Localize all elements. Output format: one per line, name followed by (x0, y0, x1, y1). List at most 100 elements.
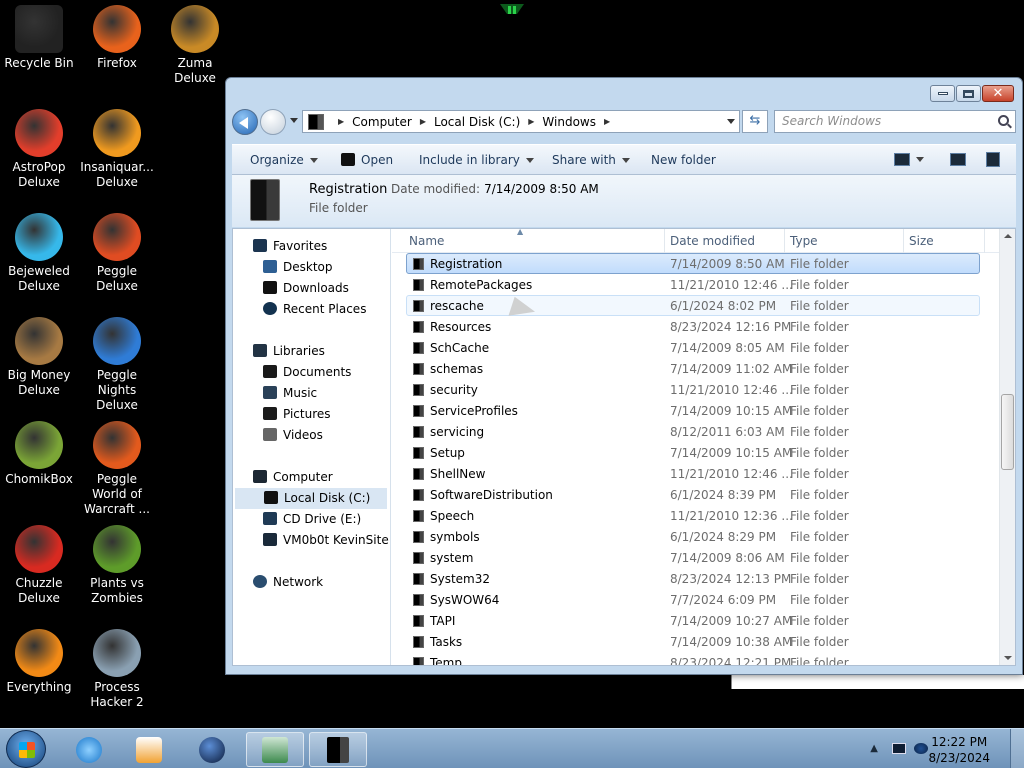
desktop-icon-process-hacker[interactable]: Process Hacker 2 (78, 629, 156, 710)
column-divider[interactable] (664, 229, 665, 253)
chevron-right-icon[interactable]: ▶ (420, 117, 426, 126)
column-size[interactable]: Size (909, 234, 934, 248)
taskbar-explorer[interactable] (309, 732, 367, 767)
desktop-icon-chomikbox[interactable]: ChomikBox (0, 421, 78, 487)
close-button[interactable]: ✕ (982, 85, 1014, 102)
share-with-button[interactable]: Share with (552, 153, 630, 167)
desktop-icon-chuzzle[interactable]: Chuzzle Deluxe (0, 525, 78, 606)
breadcrumb-computer[interactable]: Computer (352, 115, 412, 129)
column-date-modified[interactable]: Date modified (670, 234, 755, 248)
nav-favorites[interactable]: Favorites (253, 236, 327, 257)
nav-videos[interactable]: Videos (263, 425, 323, 446)
back-button[interactable] (232, 109, 258, 135)
desktop-icon-everything-search[interactable]: Everything (0, 629, 78, 695)
desktop-icon-peggle[interactable]: Peggle Deluxe (78, 213, 156, 294)
show-hidden-icons-arrow-icon[interactable]: ▲ (870, 743, 878, 754)
nav-documents[interactable]: Documents (263, 362, 351, 383)
view-options-dropdown[interactable] (916, 152, 924, 166)
desktop-icon-recycle-bin[interactable]: Recycle Bin (0, 5, 78, 71)
taskbar-media-player[interactable] (120, 732, 178, 767)
start-button[interactable] (6, 730, 46, 768)
preview-pane-icon[interactable] (950, 153, 966, 166)
desktop-icon-zuma[interactable]: Zuma Deluxe (156, 5, 234, 86)
file-row[interactable]: SysWOW64 7/7/2024 6:09 PM File folder (406, 589, 980, 610)
title-bar[interactable]: ✕ (226, 78, 1022, 106)
file-row[interactable]: SoftwareDistribution 6/1/2024 8:39 PM File… (406, 484, 980, 505)
address-bar[interactable]: ▶ Computer ▶ Local Disk (C:) ▶ Windows ▶ (302, 110, 740, 133)
taskbar-app-globe[interactable] (183, 732, 241, 767)
file-list[interactable]: ▲ Name Date modified Type Size Registrat… (392, 229, 999, 665)
file-row[interactable]: RemotePackages 11/21/2010 12:46 ... File f… (406, 274, 980, 295)
file-row[interactable]: rescache 6/1/2024 8:02 PM File folder (406, 295, 980, 316)
minimize-button[interactable] (930, 85, 955, 102)
chevron-right-icon[interactable]: ▶ (604, 117, 610, 126)
file-row[interactable]: SchCache 7/14/2009 8:05 AM File folder (406, 337, 980, 358)
desktop-icon-plants-vs-zombies[interactable]: Plants vs Zombies (78, 525, 156, 606)
chevron-right-icon[interactable]: ▶ (338, 117, 344, 126)
file-row[interactable]: Resources 8/23/2024 12:16 PM File folder (406, 316, 980, 337)
search-icon[interactable] (998, 115, 1009, 126)
column-type[interactable]: Type (790, 234, 818, 248)
column-name[interactable]: Name (409, 234, 444, 248)
recent-pages-dropdown[interactable] (290, 118, 298, 123)
open-button[interactable]: Open (341, 153, 393, 167)
scroll-down-icon[interactable] (1004, 656, 1012, 660)
navigation-pane[interactable]: Favorites Desktop Downloads Recent Place… (233, 229, 391, 665)
nav-computer[interactable]: Computer (253, 467, 333, 488)
address-dropdown-icon[interactable] (727, 119, 735, 124)
nav-downloads[interactable]: Downloads (263, 278, 349, 299)
nav-cd-drive[interactable]: CD Drive (E:) (263, 509, 361, 530)
file-row[interactable]: Tasks 7/14/2009 10:38 AM File folder (406, 631, 980, 652)
column-divider[interactable] (784, 229, 785, 253)
system-clock[interactable]: 12:22 PM 8/23/2024 (928, 734, 990, 766)
file-row[interactable]: schemas 7/14/2009 11:02 AM File folder (406, 358, 980, 379)
taskbar-process-hacker[interactable] (246, 732, 304, 767)
file-row[interactable]: servicing 8/12/2011 6:03 AM File folder (406, 421, 980, 442)
organize-button[interactable]: Organize (250, 153, 318, 167)
new-folder-button[interactable]: New folder (651, 153, 716, 167)
column-divider[interactable] (903, 229, 904, 253)
file-row[interactable]: System32 8/23/2024 12:13 PM File folder (406, 568, 980, 589)
desktop-icon-peggle-wow[interactable]: Peggle World of Warcraft ... (78, 421, 156, 517)
column-divider[interactable] (984, 229, 985, 253)
desktop-icon-big-money[interactable]: Big Money Deluxe (0, 317, 78, 398)
file-row[interactable]: ServiceProfiles 7/14/2009 10:15 AM File fo… (406, 400, 980, 421)
nav-network[interactable]: Network (253, 572, 323, 593)
search-input[interactable]: Search Windows (774, 110, 1016, 133)
file-row[interactable]: security 11/21/2010 12:46 ... File folder (406, 379, 980, 400)
file-row[interactable]: Setup 7/14/2009 10:15 AM File folder (406, 442, 980, 463)
refresh-button[interactable]: ⇆ (742, 110, 768, 133)
breadcrumb-windows[interactable]: Windows (542, 115, 596, 129)
scroll-up-icon[interactable] (1004, 234, 1012, 238)
desktop-icon-firefox[interactable]: Firefox (78, 5, 156, 71)
nav-local-disk[interactable]: Local Disk (C:) (235, 488, 387, 509)
forward-button[interactable] (260, 109, 286, 135)
nav-recent-places[interactable]: Recent Places (263, 299, 366, 320)
nav-desktop[interactable]: Desktop (263, 257, 333, 278)
nav-pictures[interactable]: Pictures (263, 404, 331, 425)
change-view-icon[interactable] (894, 153, 910, 166)
help-icon[interactable] (986, 152, 1000, 167)
taskbar-internet-explorer[interactable] (60, 732, 118, 767)
file-row[interactable]: symbols 6/1/2024 8:29 PM File folder (406, 526, 980, 547)
file-row[interactable]: Speech 11/21/2010 12:36 ... File folder (406, 505, 980, 526)
file-row[interactable]: ShellNew 11/21/2010 12:46 ... File folder (406, 463, 980, 484)
network-tray-icon[interactable] (892, 743, 906, 754)
scrollbar-thumb[interactable] (1001, 394, 1014, 470)
breadcrumb-local-disk[interactable]: Local Disk (C:) (434, 115, 520, 129)
restore-button[interactable] (956, 85, 981, 102)
desktop-icon-peggle-nights[interactable]: Peggle Nights Deluxe (78, 317, 156, 413)
file-row[interactable]: TAPI 7/14/2009 10:27 AM File folder (406, 610, 980, 631)
nav-music[interactable]: Music (263, 383, 317, 404)
desktop-icon-insaniquarium[interactable]: Insaniquar... Deluxe (78, 109, 156, 190)
desktop-icon-astropop[interactable]: AstroPop Deluxe (0, 109, 78, 190)
show-desktop-button[interactable] (1010, 729, 1024, 768)
chevron-right-icon[interactable]: ▶ (528, 117, 534, 126)
file-row[interactable]: system 7/14/2009 8:06 AM File folder (406, 547, 980, 568)
nav-vm-share[interactable]: VM0b0t KevinSite (263, 530, 389, 551)
file-row[interactable]: Temp 8/23/2024 12:21 PM File folder (406, 652, 980, 665)
nav-libraries[interactable]: Libraries (253, 341, 325, 362)
file-row[interactable]: Registration 7/14/2009 8:50 AM File folder (406, 253, 980, 274)
volume-tray-icon[interactable] (914, 743, 928, 754)
include-in-library-button[interactable]: Include in library (419, 153, 534, 167)
